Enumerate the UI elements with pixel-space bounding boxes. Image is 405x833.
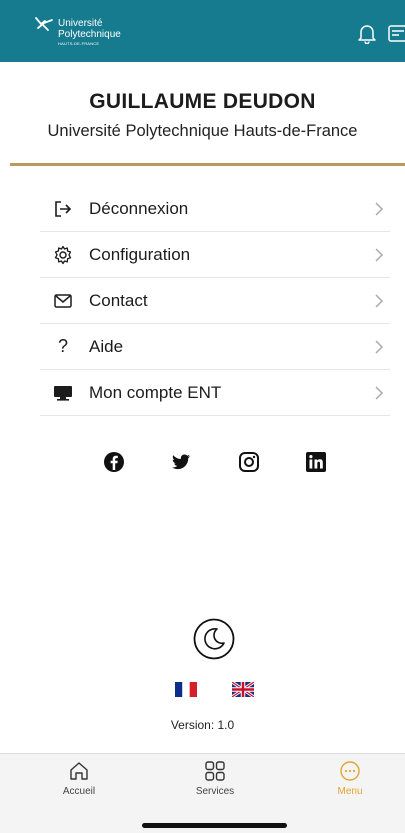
- uk-flag-icon[interactable]: [232, 682, 254, 697]
- menu-item-contact[interactable]: Contact: [40, 278, 390, 324]
- app-header: Université Polytechnique HAUTS-DE-FRANCE: [0, 0, 405, 62]
- chevron-right-icon: [375, 340, 384, 354]
- logo-line-1: Université: [58, 18, 103, 29]
- divider: [10, 163, 405, 166]
- logo-line-2: Polytechnique: [58, 29, 121, 40]
- twitter-icon[interactable]: [170, 451, 192, 473]
- card-icon[interactable]: [387, 22, 405, 44]
- home-indicator: [142, 823, 287, 828]
- chevron-right-icon: [375, 202, 384, 216]
- tab-services[interactable]: Services: [175, 760, 255, 797]
- social-links: [0, 451, 405, 475]
- menu-item-label: Déconnexion: [89, 198, 189, 218]
- fr-flag-icon[interactable]: [175, 682, 197, 697]
- version-label: Version: 1.0: [170, 718, 235, 732]
- monitor-icon: [52, 382, 74, 404]
- moon-icon[interactable]: [193, 618, 235, 660]
- menu-item-label: Contact: [89, 290, 148, 310]
- more-icon: [340, 761, 360, 781]
- menu-item-logout[interactable]: Déconnexion: [40, 186, 390, 232]
- university-logo: Université Polytechnique HAUTS-DE-FRANCE: [34, 12, 144, 46]
- tab-label: Menu: [337, 786, 363, 797]
- menu-item-label: Aide: [89, 336, 124, 356]
- logout-icon: [52, 198, 74, 220]
- menu-item-configuration[interactable]: Configuration: [40, 232, 390, 278]
- logo-mark-icon: [35, 17, 53, 31]
- linkedin-icon[interactable]: [305, 451, 327, 473]
- menu-item-label: Mon compte ENT: [89, 382, 222, 402]
- bell-icon[interactable]: [356, 22, 378, 44]
- gear-icon: [52, 244, 74, 266]
- institution-name: Université Polytechnique Hauts-de-France: [47, 122, 358, 140]
- instagram-icon[interactable]: [238, 451, 260, 473]
- grid-icon: [205, 761, 225, 781]
- tab-bar: Accueil Services Menu: [0, 753, 405, 833]
- chevron-right-icon: [375, 248, 384, 262]
- tab-label: Accueil: [62, 786, 96, 797]
- tab-home[interactable]: Accueil: [39, 760, 119, 797]
- user-name: GUILLAUME DEUDON: [89, 90, 316, 113]
- chevron-right-icon: [375, 294, 384, 308]
- menu-item-ent-account[interactable]: Mon compte ENT: [40, 370, 390, 416]
- menu-item-help[interactable]: ? Aide: [40, 324, 390, 370]
- question-icon: ?: [57, 336, 68, 356]
- tab-menu[interactable]: Menu: [310, 760, 390, 797]
- envelope-icon: [52, 290, 74, 312]
- facebook-icon[interactable]: [103, 451, 125, 473]
- home-icon: [70, 762, 88, 780]
- menu-item-label: Configuration: [89, 244, 191, 264]
- tab-label: Services: [195, 786, 235, 797]
- menu-list: Déconnexion Configuration Contact ? Aide: [40, 186, 390, 416]
- logo-line-3: HAUTS-DE-FRANCE: [58, 41, 100, 46]
- chevron-right-icon: [375, 386, 384, 400]
